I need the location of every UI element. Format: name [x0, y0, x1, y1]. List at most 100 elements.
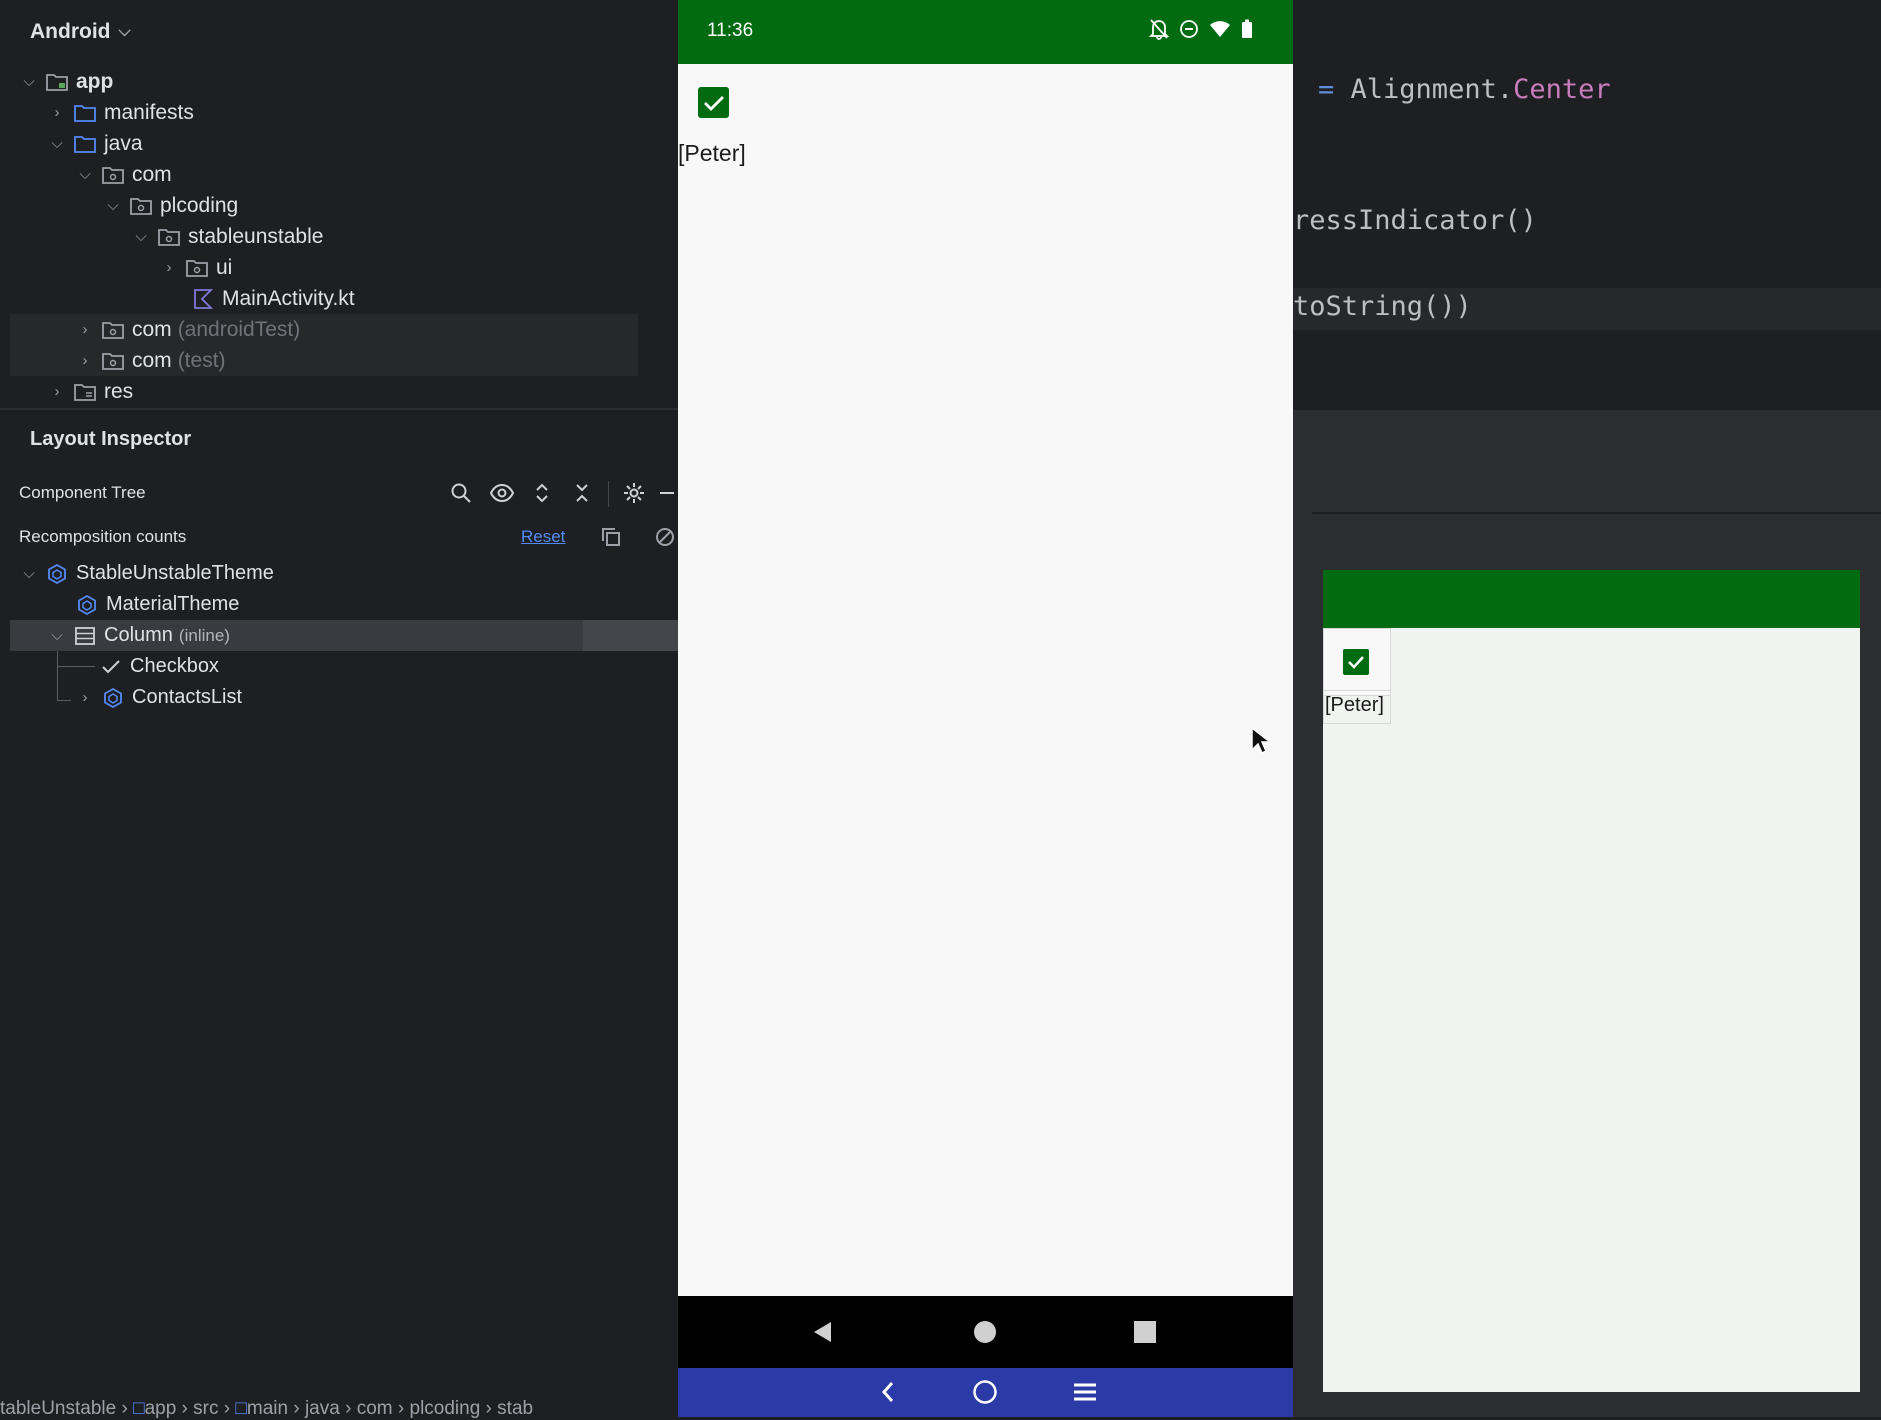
- component-item-materialtheme[interactable]: MaterialTheme: [70, 589, 239, 620]
- chevron-down-icon[interactable]: ⌵: [18, 565, 40, 582]
- circle-home-icon[interactable]: [967, 1374, 1003, 1410]
- divider: [0, 408, 678, 410]
- recomposition-count-cell: [583, 620, 678, 651]
- chevron-down-icon[interactable]: ⌵: [130, 228, 152, 245]
- tree-item-note: (androidTest): [177, 317, 301, 341]
- preview-checkbox[interactable]: [1343, 649, 1369, 675]
- layout-inspector-preview[interactable]: [Peter]: [1323, 570, 1860, 1392]
- code-property: Center: [1513, 74, 1611, 105]
- component-item-checkbox[interactable]: Checkbox: [98, 651, 219, 682]
- tree-item-label: com: [132, 348, 172, 372]
- tree-item-label: stableunstable: [188, 224, 324, 248]
- chevron-down-icon[interactable]: ⌵: [46, 135, 68, 152]
- tree-item-manifests[interactable]: › manifests: [46, 97, 194, 128]
- project-view-label: Android: [30, 20, 111, 43]
- do-not-disturb-icon: [1179, 19, 1199, 44]
- disable-icon[interactable]: [652, 523, 678, 551]
- toolbar-divider: [608, 481, 609, 507]
- eye-icon[interactable]: [488, 479, 516, 507]
- emulator-screen[interactable]: 11:36 [Peter]: [678, 0, 1293, 1417]
- package-icon: [100, 319, 126, 341]
- code-token: Alignment.: [1350, 74, 1514, 105]
- composable-icon: [100, 687, 126, 709]
- tree-item-java[interactable]: ⌵ java: [46, 128, 143, 159]
- package-icon: [156, 226, 182, 248]
- tree-item-mainactivity[interactable]: MainActivity.kt: [186, 283, 355, 314]
- layout-inspector-title: Layout Inspector: [30, 428, 192, 450]
- chevron-right-icon[interactable]: ›: [74, 352, 96, 369]
- checkbox[interactable]: [698, 87, 729, 118]
- tree-guide-line: [57, 651, 58, 701]
- chevron-down-icon[interactable]: ⌵: [46, 627, 68, 644]
- chevron-right-icon[interactable]: ›: [46, 104, 68, 121]
- breadcrumb-item[interactable]: tableUnstable: [0, 1398, 116, 1419]
- component-item-stableunstabletheme[interactable]: ⌵ StableUnstableTheme: [18, 558, 274, 589]
- breadcrumb-item[interactable]: com: [357, 1398, 393, 1419]
- navigation-bar: [678, 1296, 1293, 1368]
- menu-icon[interactable]: [1067, 1374, 1103, 1410]
- composable-icon: [44, 563, 70, 585]
- project-view-selector[interactable]: Android ⌵: [30, 20, 131, 44]
- chevron-left-icon[interactable]: [870, 1374, 906, 1410]
- breadcrumb-item[interactable]: main: [247, 1398, 288, 1419]
- reset-button[interactable]: Reset: [521, 527, 565, 547]
- tree-item-label: com: [132, 317, 172, 341]
- tree-item-label: manifests: [104, 100, 194, 124]
- component-tree-label: Component Tree: [19, 483, 146, 502]
- tree-item-ui[interactable]: › ui: [158, 252, 233, 283]
- preview-status-bar: [1323, 570, 1860, 628]
- component-item-contactslist[interactable]: › ContactsList: [74, 682, 243, 713]
- folder-icon: [72, 133, 98, 155]
- tree-item-note: (test): [177, 348, 226, 372]
- checkmark-icon: [98, 656, 124, 678]
- minimize-icon[interactable]: [656, 479, 678, 507]
- tree-item-label: com: [132, 162, 172, 186]
- folder-icon: □: [235, 1398, 247, 1419]
- breadcrumb-item[interactable]: java: [305, 1398, 340, 1419]
- tree-item-label: plcoding: [160, 193, 239, 217]
- breadcrumb-item[interactable]: app: [145, 1398, 177, 1419]
- home-icon[interactable]: [967, 1314, 1003, 1350]
- chevron-down-icon[interactable]: ⌵: [102, 197, 124, 214]
- wifi-icon: [1209, 20, 1231, 43]
- breadcrumb-item[interactable]: plcoding: [410, 1398, 481, 1419]
- code-line: toString()): [1293, 291, 1472, 322]
- tree-item-label: res: [104, 379, 134, 403]
- mouse-pointer-icon: [1251, 726, 1273, 760]
- tree-item-app[interactable]: ⌵ app: [18, 66, 113, 97]
- tree-item-com-androidtest[interactable]: › com (androidTest): [74, 314, 301, 345]
- chevron-down-icon[interactable]: ⌵: [74, 166, 96, 183]
- code-editor[interactable]: = Alignment.Center ressIndicator() toStr…: [1293, 0, 1881, 410]
- tree-guide-line: [57, 700, 71, 701]
- tree-item-label: java: [104, 131, 143, 155]
- back-icon[interactable]: [805, 1314, 841, 1350]
- breadcrumb-item[interactable]: stab: [497, 1398, 533, 1419]
- divider: [1312, 512, 1881, 514]
- breadcrumb-item[interactable]: src: [193, 1398, 218, 1419]
- tree-item-com[interactable]: ⌵ com: [74, 159, 172, 190]
- recents-icon[interactable]: [1127, 1314, 1163, 1350]
- tree-item-plcoding[interactable]: ⌵ plcoding: [102, 190, 238, 221]
- tree-item-stableunstable[interactable]: ⌵ stableunstable: [130, 221, 323, 252]
- component-item-column[interactable]: ⌵ Column (inline): [46, 620, 230, 651]
- composable-icon: [74, 594, 100, 616]
- chevron-down-icon[interactable]: ⌵: [18, 73, 40, 90]
- gear-icon[interactable]: [620, 479, 648, 507]
- code-line: = Alignment.Center: [1318, 74, 1611, 105]
- recomposition-counts-label: Recomposition counts: [19, 527, 187, 546]
- search-icon[interactable]: [447, 479, 475, 507]
- chevron-right-icon[interactable]: ›: [46, 383, 68, 400]
- tree-item-com-test[interactable]: › com (test): [74, 345, 226, 376]
- expand-all-icon[interactable]: [528, 479, 556, 507]
- chevron-right-icon[interactable]: ›: [158, 259, 180, 276]
- copy-icon[interactable]: [597, 523, 625, 551]
- tree-guide-line: [57, 666, 95, 667]
- tree-item-res[interactable]: › res: [46, 376, 134, 407]
- preview-contacts-text: [Peter]: [1325, 694, 1384, 716]
- chevron-right-icon[interactable]: ›: [74, 321, 96, 338]
- status-time: 11:36: [707, 20, 754, 41]
- package-icon: [100, 164, 126, 186]
- component-label: Checkbox: [130, 655, 219, 677]
- collapse-all-icon[interactable]: [568, 479, 596, 507]
- chevron-right-icon[interactable]: ›: [74, 689, 96, 706]
